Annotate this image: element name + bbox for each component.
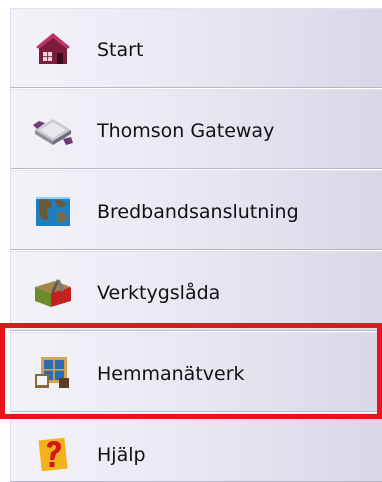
nav-item-bredbandsanslutning[interactable]: Bredbandsanslutning: [10, 170, 382, 250]
nav-item-hemmanatverk[interactable]: Hemmanätverk: [10, 332, 382, 412]
question-mark-icon: [33, 437, 73, 471]
globe-icon: [33, 194, 73, 228]
navigation-menu: Start Thomson Gateway Bredbandsanslutnin…: [0, 0, 382, 482]
nav-item-label: Bredbandsanslutning: [97, 201, 299, 223]
nav-item-label: Thomson Gateway: [97, 120, 275, 142]
house-icon: [33, 32, 73, 66]
home-network-window-icon: [33, 356, 73, 390]
toolbox-icon: [33, 275, 73, 309]
gateway-device-icon: [33, 113, 73, 147]
nav-item-verktygslada[interactable]: Verktygslåda: [10, 251, 382, 331]
nav-item-label: Hjälp: [97, 444, 146, 466]
nav-item-start[interactable]: Start: [10, 8, 382, 88]
nav-item-hjalp[interactable]: Hjälp: [10, 413, 382, 482]
nav-item-thomson-gateway[interactable]: Thomson Gateway: [10, 89, 382, 169]
nav-item-label: Start: [97, 39, 144, 61]
nav-item-label: Hemmanätverk: [97, 363, 245, 385]
nav-item-label: Verktygslåda: [97, 282, 221, 304]
